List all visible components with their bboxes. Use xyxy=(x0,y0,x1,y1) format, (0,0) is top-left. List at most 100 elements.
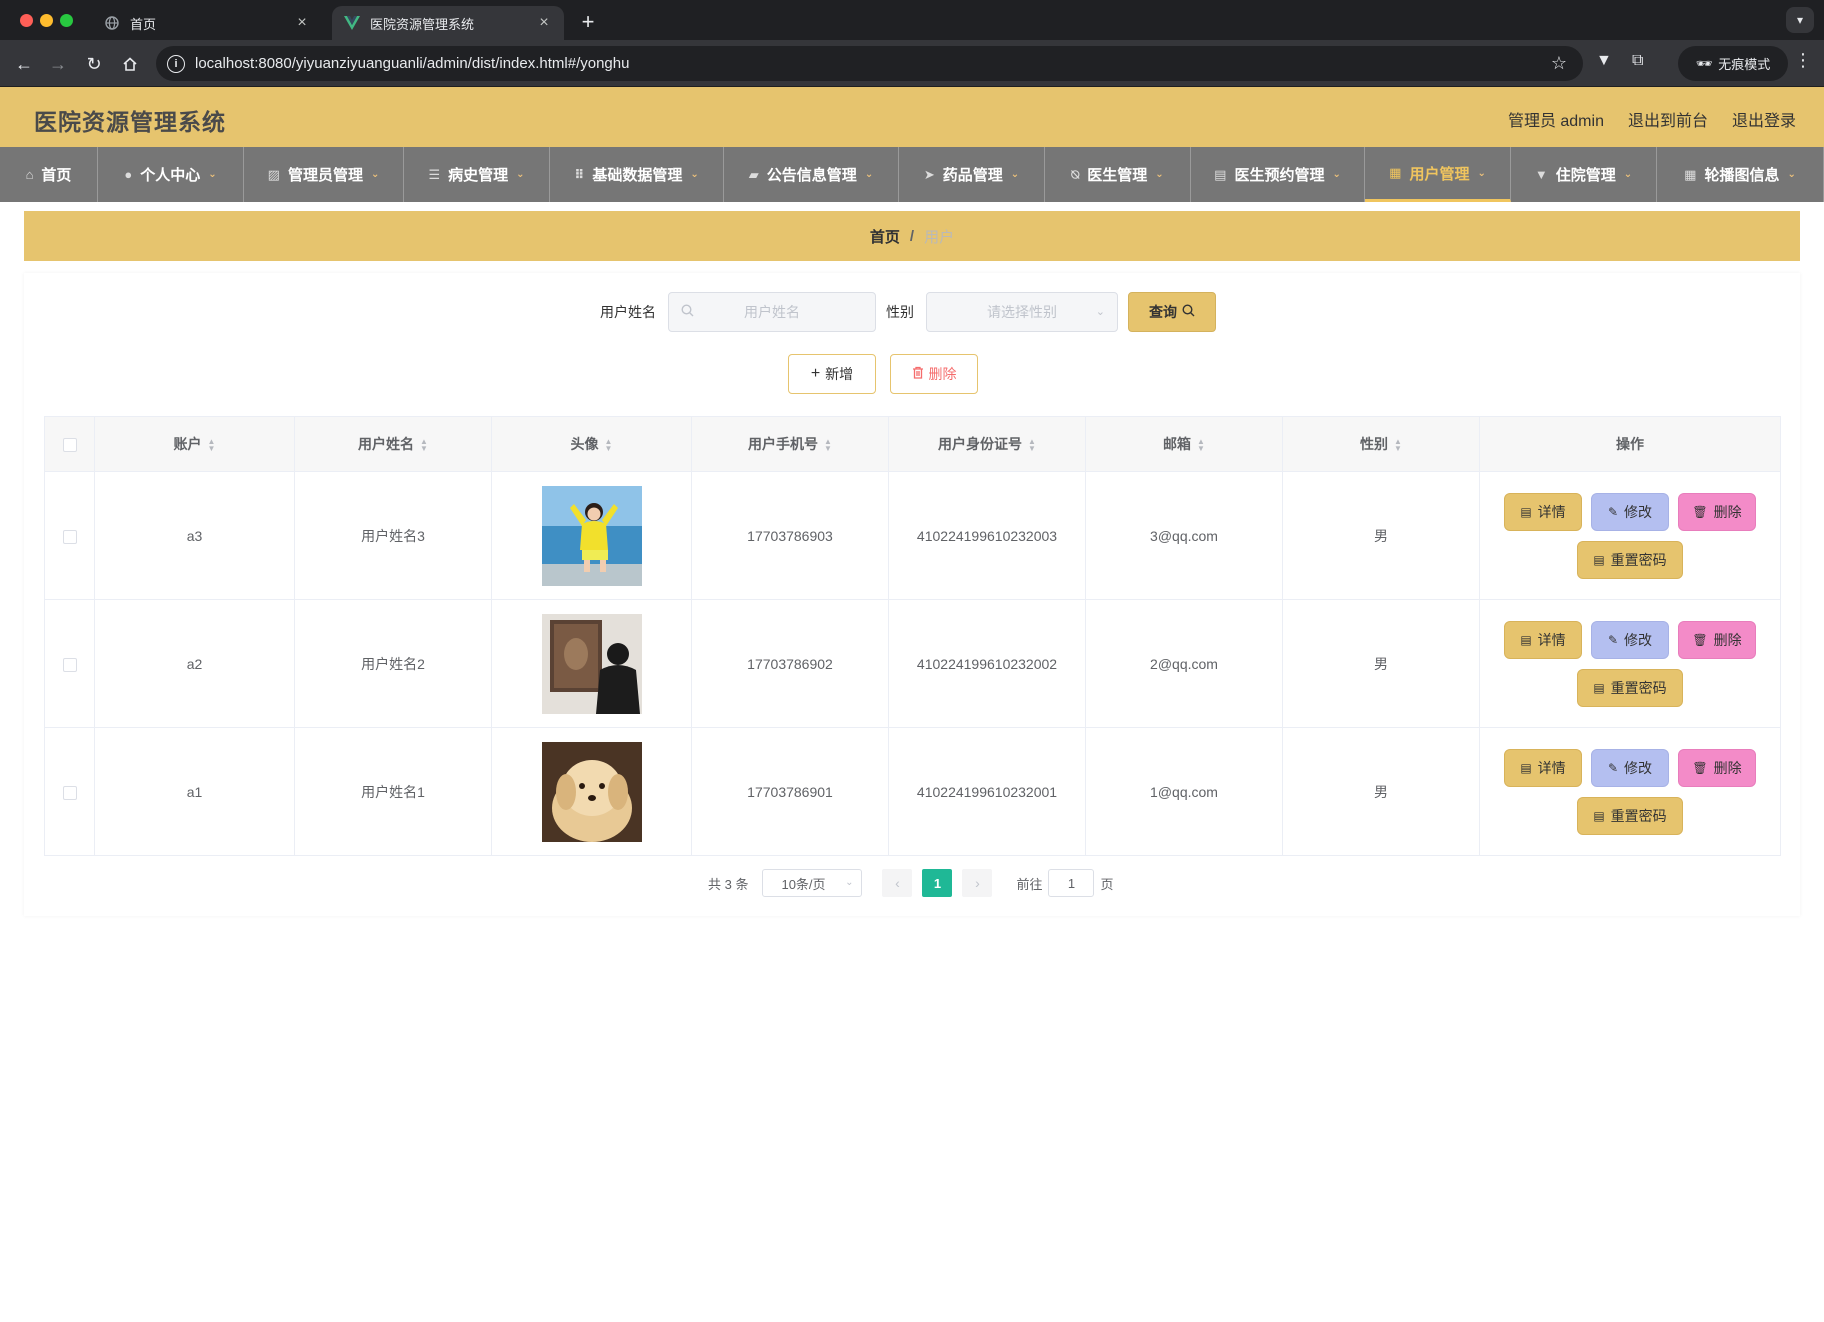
column-header-email[interactable]: 邮箱 ▲ ▼ xyxy=(1085,416,1283,472)
page-number-current[interactable]: 1 xyxy=(922,869,953,897)
bulk-delete-button[interactable]: 删除 xyxy=(890,354,978,394)
tab-close-icon[interactable]: × xyxy=(294,14,310,31)
logout-link[interactable]: 退出登录 xyxy=(1732,107,1796,131)
nav-item-label: 基础数据管理 xyxy=(592,167,683,184)
edit-button[interactable]: ✎ 修改 xyxy=(1591,492,1669,531)
clipboard-icon: ▦ xyxy=(1389,165,1402,180)
sort-caret-icon[interactable]: ▲ ▼ xyxy=(420,438,428,453)
row-checkbox[interactable] xyxy=(62,785,77,800)
column-label: 用户姓名 xyxy=(358,436,415,452)
table-row: a1 用户姓名1 17703786901 410224199610232001 … xyxy=(44,727,1781,856)
vuetools-extension-icon[interactable]: ▼ xyxy=(1596,52,1612,70)
id-number-cell: 410224199610232001 xyxy=(888,727,1086,856)
edit-button[interactable]: ✎ 修改 xyxy=(1591,620,1669,659)
tab-search-chevron-icon[interactable]: ▾ xyxy=(1786,7,1814,33)
sort-caret-icon[interactable]: ▲ ▼ xyxy=(824,438,832,453)
nav-item-label: 管理员管理 xyxy=(287,167,363,184)
phone-cell: 17703786903 xyxy=(691,471,889,600)
avatar-image[interactable] xyxy=(541,741,642,842)
goto-page-input[interactable]: 1 xyxy=(1048,869,1095,897)
nav-item-carousel-info[interactable]: ▦ 轮播图信息 ⌄ xyxy=(1657,147,1824,202)
query-button[interactable]: 查询 xyxy=(1128,292,1216,332)
sort-caret-icon[interactable]: ▲ ▼ xyxy=(605,438,613,453)
column-header-phone[interactable]: 用户手机号 ▲ ▼ xyxy=(691,416,889,472)
avatar-image[interactable] xyxy=(541,485,642,586)
nav-item-appointment-management[interactable]: ▤ 医生预约管理 ⌄ xyxy=(1191,147,1365,202)
sort-caret-icon[interactable]: ▲ ▼ xyxy=(208,438,216,453)
sort-caret-icon[interactable]: ▲ ▼ xyxy=(1028,438,1036,453)
incognito-indicator[interactable]: 🕶 无痕模式 xyxy=(1678,46,1788,81)
nav-item-admin-management[interactable]: ▨ 管理员管理 ⌄ xyxy=(244,147,404,202)
site-info-icon[interactable]: i xyxy=(167,54,185,73)
reload-icon[interactable]: ↻ xyxy=(80,50,108,78)
detail-button[interactable]: ▤ 详情 xyxy=(1504,620,1582,659)
row-checkbox[interactable] xyxy=(62,529,77,544)
home-icon[interactable] xyxy=(116,50,144,78)
extensions-puzzle-icon[interactable]: ⧉ xyxy=(1632,52,1643,70)
column-header-gender[interactable]: 性别 ▲ ▼ xyxy=(1282,416,1480,472)
nav-item-label: 个人中心 xyxy=(140,167,201,184)
detail-button[interactable]: ▤ 详情 xyxy=(1504,492,1582,531)
back-arrow-icon[interactable]: ← xyxy=(10,50,38,78)
gender-select-placeholder: 请选择性别 xyxy=(987,304,1057,320)
column-header-account[interactable]: 账户 ▲ ▼ xyxy=(94,416,295,472)
edit-button-label: 修改 xyxy=(1624,631,1653,648)
breadcrumb-home[interactable]: 首页 xyxy=(870,226,900,247)
sort-caret-icon[interactable]: ▲ ▼ xyxy=(1394,438,1402,453)
window-close-control[interactable] xyxy=(20,14,33,27)
delete-button[interactable]: 🗑 删除 xyxy=(1678,492,1756,531)
prev-page-button[interactable]: ‹ xyxy=(882,869,913,897)
gender-select[interactable]: 请选择性别 ⌄ xyxy=(926,292,1118,332)
nav-item-doctor-management[interactable]: ⍉ 医生管理 ⌄ xyxy=(1045,147,1191,202)
forward-arrow-icon[interactable]: → xyxy=(44,50,72,78)
row-checkbox[interactable] xyxy=(62,657,77,672)
nav-item-notice-management[interactable]: ▰ 公告信息管理 ⌄ xyxy=(724,147,899,202)
document-icon: ▤ xyxy=(1520,632,1532,647)
browser-tab-home[interactable]: 首页 × xyxy=(92,6,322,40)
tab-close-icon[interactable]: × xyxy=(536,14,552,31)
document-icon: ▤ xyxy=(1593,808,1605,823)
chevron-down-icon: ⌄ xyxy=(690,169,699,180)
column-header-avatar[interactable]: 头像 ▲ ▼ xyxy=(491,416,692,472)
edit-button[interactable]: ✎ 修改 xyxy=(1591,748,1669,787)
nav-item-user-management[interactable]: ▦ 用户管理 ⌄ xyxy=(1365,147,1511,202)
incognito-label: 无痕模式 xyxy=(1718,57,1771,72)
add-button-label: 新增 xyxy=(825,366,854,382)
email-cell: 3@qq.com xyxy=(1085,471,1283,600)
chevron-down-icon: ⌄ xyxy=(864,169,874,180)
delete-button[interactable]: 🗑 删除 xyxy=(1678,620,1756,659)
nav-item-drug-management[interactable]: ➤ 药品管理 ⌄ xyxy=(899,147,1045,202)
document-icon: ▤ xyxy=(1520,504,1532,519)
page-size-select[interactable]: 10条/页 ⌄ xyxy=(762,869,863,897)
reset-password-button[interactable]: ▤ 重置密码 xyxy=(1577,796,1683,835)
column-header-name[interactable]: 用户姓名 ▲ ▼ xyxy=(294,416,492,472)
avatar-image[interactable] xyxy=(541,613,642,714)
browser-tab-active[interactable]: 医院资源管理系统 × xyxy=(332,6,564,40)
document-icon: ▤ xyxy=(1593,552,1605,567)
bookmark-star-icon[interactable]: ☆ xyxy=(1551,53,1567,74)
name-search-input[interactable]: 用户姓名 xyxy=(668,292,876,332)
next-page-button[interactable]: › xyxy=(962,869,993,897)
nav-item-inpatient-management[interactable]: ▼ 住院管理 ⌄ xyxy=(1511,147,1657,202)
chevron-down-icon: ⌄ xyxy=(1010,169,1020,180)
delete-button[interactable]: 🗑 删除 xyxy=(1678,748,1756,787)
window-zoom-control[interactable] xyxy=(60,14,73,27)
nav-item-home[interactable]: ⌂ 首页 xyxy=(0,147,98,202)
reset-password-button[interactable]: ▤ 重置密码 xyxy=(1577,540,1683,579)
url-field[interactable]: i localhost:8080/yiyuanziyuanguanli/admi… xyxy=(156,46,1583,81)
new-tab-button[interactable]: + xyxy=(574,8,602,36)
window-minimize-control[interactable] xyxy=(40,14,53,27)
add-button[interactable]: + 新增 xyxy=(788,354,876,394)
document-icon: ▤ xyxy=(1593,680,1605,695)
select-all-checkbox[interactable] xyxy=(62,438,77,453)
breadcrumb-current: 用户 xyxy=(924,228,955,246)
sort-caret-icon[interactable]: ▲ ▼ xyxy=(1197,438,1205,453)
nav-item-base-data-management[interactable]: ⠿ 基础数据管理 ⌄ xyxy=(550,147,724,202)
nav-item-history-management[interactable]: ☰ 病史管理 ⌄ xyxy=(404,147,550,202)
column-header-id-number[interactable]: 用户身份证号 ▲ ▼ xyxy=(888,416,1086,472)
back-to-frontend-link[interactable]: 退出到前台 xyxy=(1628,107,1708,131)
detail-button[interactable]: ▤ 详情 xyxy=(1504,748,1582,787)
nav-item-personal-center[interactable]: ● 个人中心 ⌄ xyxy=(98,147,244,202)
reset-password-button[interactable]: ▤ 重置密码 xyxy=(1577,668,1683,707)
browser-menu-icon[interactable]: ⋮ xyxy=(1794,50,1812,71)
